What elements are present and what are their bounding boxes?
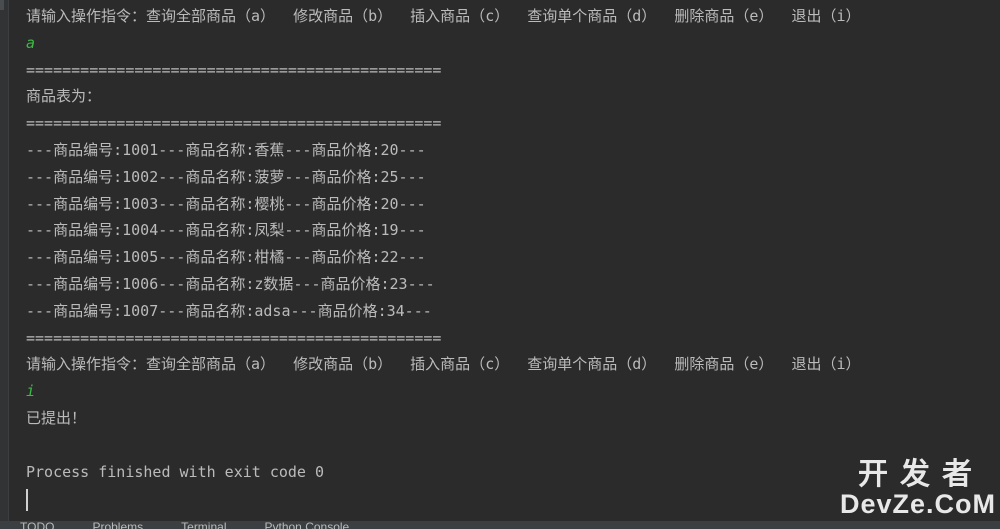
console-output-line: ========================================…: [26, 328, 442, 347]
gutter-marker: [0, 0, 4, 10]
console-output-line: ---商品编号:1004---商品名称:凤梨---商品价格:19---: [26, 221, 426, 240]
console-output-line: ========================================…: [26, 114, 442, 133]
console-output-line: ---商品编号:1006---商品名称:z数据---商品价格:23---: [26, 274, 435, 293]
console-output-line: ---商品编号:1001---商品名称:香蕉---商品价格:20---: [26, 140, 426, 159]
tool-window-problems[interactable]: Problems: [92, 521, 143, 529]
watermark-logo: 开发者 DevZe.CoM: [840, 457, 997, 520]
tool-window-bar: TODO Problems Terminal Python Console: [0, 521, 1000, 529]
console-output-line: ========================================…: [26, 60, 442, 79]
console-gutter: [0, 0, 9, 529]
console-prompt-line: 请输入操作指令：查询全部商品（a） 修改商品（b） 插入商品（c） 查询单个商品…: [26, 7, 861, 25]
console-output-line: ---商品编号:1005---商品名称:柑橘---商品价格:22---: [26, 248, 426, 267]
run-console: 请输入操作指令：查询全部商品（a） 修改商品（b） 插入商品（c） 查询单个商品…: [0, 0, 1000, 529]
console-prompt-line: 请输入操作指令：查询全部商品（a） 修改商品（b） 插入商品（c） 查询单个商品…: [26, 355, 861, 374]
tool-window-todo[interactable]: TODO: [20, 521, 54, 529]
console-output-line: ---商品编号:1002---商品名称:菠萝---商品价格:25---: [26, 167, 426, 186]
console-output-line: 商品表为：: [26, 87, 102, 106]
text-cursor: [26, 488, 28, 511]
watermark-top-text: 开发者: [858, 457, 984, 492]
console-user-input: a: [26, 33, 36, 52]
console-user-input: i: [26, 382, 36, 401]
watermark-bottom-text: DevZe.CoM: [840, 489, 997, 519]
console-output-line: ---商品编号:1003---商品名称:樱桃---商品价格:20---: [26, 194, 426, 213]
tool-window-python-console[interactable]: Python Console: [265, 521, 350, 529]
tool-window-terminal[interactable]: Terminal: [181, 521, 226, 529]
console-output-line: 已提出！: [26, 408, 87, 427]
console-output[interactable]: 请输入操作指令：查询全部商品（a） 修改商品（b） 插入商品（c） 查询单个商品…: [26, 3, 986, 512]
console-output-line: ---商品编号:1007---商品名称:adsa---商品价格:34---: [26, 301, 432, 320]
